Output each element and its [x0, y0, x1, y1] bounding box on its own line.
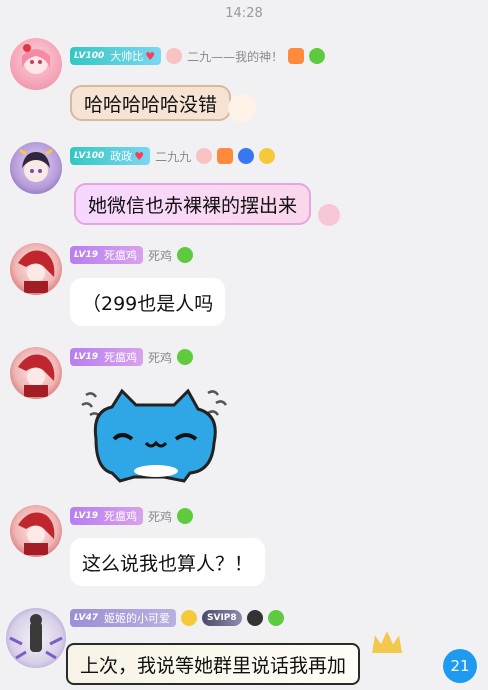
level-title: 政政: [110, 150, 133, 163]
avatar-dark-figure-icon: [9, 614, 63, 660]
message-2: LV100 政政 ♥ 二九九 她微信也赤裸裸的摆出来: [0, 140, 488, 235]
message-text: 这么说我也算人？！: [82, 552, 254, 575]
message-bubble[interactable]: （299也是人吗: [70, 278, 226, 326]
message-text: 她微信也赤裸裸的摆出来: [88, 194, 298, 217]
nickname[interactable]: 死鸡: [148, 508, 172, 525]
message-1: LV100 大帅比 ♥ 二九——我的神！ 哈哈哈哈哈没错: [0, 38, 488, 128]
message-bubble[interactable]: 哈哈哈哈哈没错: [70, 85, 232, 121]
level-number: LV19: [74, 511, 98, 521]
level-title: 死瘟鸡: [104, 249, 137, 262]
avatar[interactable]: [10, 347, 62, 399]
sender-meta: LV100 大帅比 ♥ 二九——我的神！: [70, 46, 326, 66]
level-title: 死瘟鸡: [104, 351, 137, 364]
sender-meta: LV47 姬姬的小可爱 SVIP8: [70, 608, 284, 628]
avatar-dark-hair-girl-icon: [19, 148, 53, 182]
message-bubble[interactable]: 她微信也赤裸裸的摆出来: [74, 183, 312, 225]
level-badge: LV19 死瘟鸡: [70, 507, 143, 525]
heart-icon: ♥: [134, 149, 145, 163]
green-badge-icon: [267, 610, 284, 626]
message-4: LV19 死瘟鸡 死鸡: [0, 345, 488, 490]
nickname[interactable]: 二九——我的神！: [187, 48, 283, 65]
avatar[interactable]: [10, 142, 62, 194]
crown-decoration-icon: [372, 631, 402, 653]
unread-count-badge[interactable]: 21: [443, 649, 477, 683]
avatar[interactable]: [10, 243, 62, 295]
sender-meta: LV19 死瘟鸡 死鸡: [70, 506, 194, 526]
avatar-red-hair-girl-icon: [18, 250, 55, 293]
message-bubble[interactable]: 上次，我说等她群里说话我再加: [66, 643, 361, 685]
level-title: 姬姬的小可爱: [104, 612, 170, 625]
level-number: LV100: [74, 51, 105, 61]
message-text: （299也是人吗: [82, 292, 214, 315]
green-badge-icon: [177, 349, 194, 365]
pink-decoration-icon: [318, 204, 340, 226]
fire-badge-icon: [217, 148, 234, 164]
heart-icon: ♥: [145, 49, 156, 63]
message-text: 哈哈哈哈哈没错: [84, 93, 218, 116]
level-number: LV100: [74, 151, 105, 161]
avatar-red-hair-girl-icon: [18, 354, 55, 397]
blue-cat-sticker-icon[interactable]: [78, 381, 238, 486]
green-badge-icon: [177, 247, 194, 263]
avatar[interactable]: [10, 505, 62, 557]
sender-meta: LV19 死瘟鸡 死鸡: [70, 347, 194, 367]
green-badge-icon: [309, 48, 326, 64]
green-badge-icon: [177, 508, 194, 524]
hat-badge-icon: [246, 610, 263, 626]
level-title: 大帅比: [110, 50, 144, 63]
avatar-red-hair-girl-icon: [18, 512, 55, 555]
message-6: LV47 姬姬的小可爱 SVIP8 上次，我说等她群里说话我再加: [0, 606, 488, 690]
nickname[interactable]: 死鸡: [148, 349, 172, 366]
level-number: LV19: [74, 250, 98, 260]
sender-meta: LV100 政政 ♥ 二九九: [70, 146, 276, 166]
level-badge: LV19 死瘟鸡: [70, 246, 143, 264]
message-text: 上次，我说等她群里说话我再加: [80, 654, 347, 677]
nickname[interactable]: 死鸡: [148, 247, 172, 264]
sender-meta: LV19 死瘟鸡 死鸡: [70, 245, 194, 265]
level-badge: LV100 大帅比 ♥: [70, 47, 162, 65]
level-badge: LV100 政政 ♥: [70, 147, 151, 165]
avatar-pink-girl-icon: [22, 44, 50, 74]
pig-emoji-icon: [166, 48, 183, 64]
play-badge-icon: [238, 148, 255, 164]
message-3: LV19 死瘟鸡 死鸡 （299也是人吗: [0, 243, 488, 333]
message-5: LV19 死瘟鸡 死鸡 这么说我也算人？！: [0, 505, 488, 595]
message-bubble[interactable]: 这么说我也算人？！: [70, 538, 266, 586]
bunny-decoration-icon: [228, 94, 256, 122]
level-number: LV47: [74, 613, 98, 623]
avatar[interactable]: [10, 38, 62, 90]
crown-badge-icon: [259, 148, 276, 164]
level-badge: LV19 死瘟鸡: [70, 348, 143, 366]
pig-emoji-icon: [196, 148, 213, 164]
timestamp: 14:28: [225, 6, 263, 21]
fire-badge-icon: [288, 48, 305, 64]
level-badge: LV47 姬姬的小可爱: [70, 609, 176, 627]
avatar[interactable]: [6, 608, 66, 668]
svip-badge: SVIP8: [202, 610, 242, 626]
level-number: LV19: [74, 352, 98, 362]
nickname[interactable]: 二九九: [155, 148, 191, 165]
level-title: 死瘟鸡: [104, 510, 137, 523]
kiss-emoji-icon: [181, 610, 197, 626]
